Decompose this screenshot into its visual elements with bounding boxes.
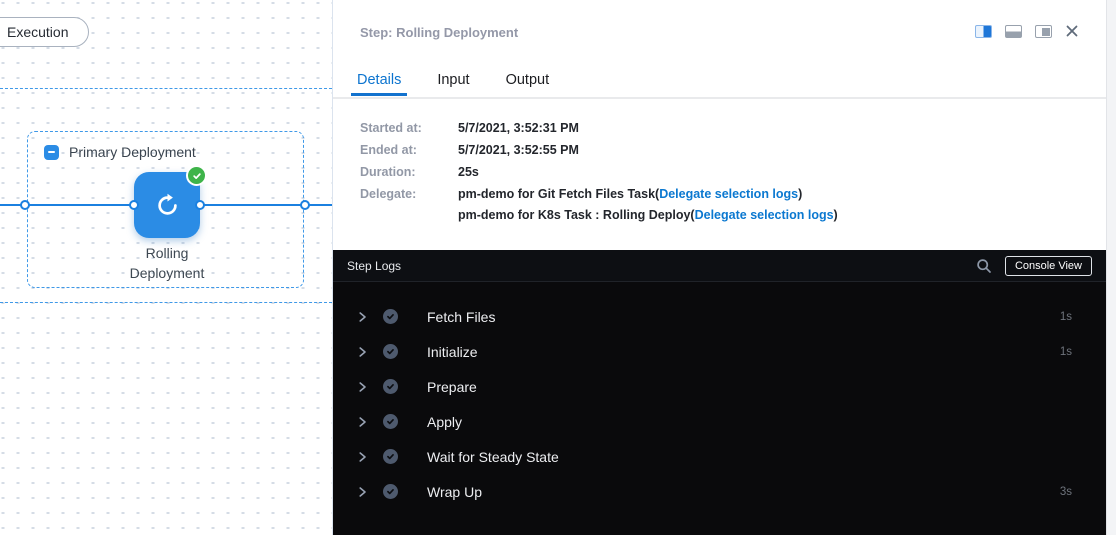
scrollbar-gutter[interactable] [1106,0,1116,535]
detail-value: 25s [458,165,479,179]
delegate-line: pm-demo for K8s Task : Rolling Deploy(De… [458,208,838,222]
detail-label: Ended at: [360,143,458,157]
details-section: Started at: 5/7/2021, 3:52:31 PM Ended a… [333,100,1107,237]
stage-title: Primary Deployment [69,144,196,160]
tab-output[interactable]: Output [500,63,556,96]
log-step-label: Initialize [427,344,1060,360]
status-check-icon [383,449,398,464]
minus-icon [48,151,55,153]
tab-bar: Details Input Output [351,63,579,96]
detail-value: 5/7/2021, 3:52:55 PM [458,143,579,157]
log-step-label: Apply [427,414,1072,430]
log-row-fetch-files[interactable]: Fetch Files 1s [333,299,1107,334]
log-step-label: Prepare [427,379,1072,395]
tab-input[interactable]: Input [431,63,475,96]
detail-label: Delegate: [360,187,458,229]
stage-boundary-line-bottom [0,302,332,303]
detail-row-ended: Ended at: 5/7/2021, 3:52:55 PM [360,143,1087,157]
chevron-right-icon[interactable] [356,381,368,393]
delegate-line: pm-demo for Git Fetch Files Task(Delegat… [458,187,838,201]
log-step-list: Fetch Files 1s Initialize 1s Prepare [333,282,1107,509]
delegate-selection-logs-link[interactable]: Delegate selection logs [695,208,834,222]
detail-row-started: Started at: 5/7/2021, 3:52:31 PM [360,121,1087,135]
connector-port [300,200,310,210]
chevron-right-icon[interactable] [356,486,368,498]
detail-row-duration: Duration: 25s [360,165,1087,179]
console-view-button[interactable]: Console View [1005,256,1092,276]
step-logs-title: Step Logs [347,259,401,273]
log-step-label: Wait for Steady State [427,449,1072,465]
status-check-icon [383,484,398,499]
status-check-icon [383,309,398,324]
log-row-prepare[interactable]: Prepare [333,369,1107,404]
status-check-icon [383,344,398,359]
log-row-apply[interactable]: Apply [333,404,1107,439]
log-row-initialize[interactable]: Initialize 1s [333,334,1107,369]
status-check-icon [383,414,398,429]
chevron-right-icon[interactable] [356,451,368,463]
connector-port [195,200,205,210]
connector-port [129,200,139,210]
close-icon[interactable] [1065,24,1079,38]
detail-value: 5/7/2021, 3:52:31 PM [458,121,579,135]
detail-label: Duration: [360,165,458,179]
delegate-selection-logs-link[interactable]: Delegate selection logs [659,187,798,201]
log-row-wrap-up[interactable]: Wrap Up 3s [333,474,1107,509]
step-logs-panel: Step Logs Console View Fetch Files 1s [333,250,1107,535]
log-row-wait-for-steady-state[interactable]: Wait for Steady State [333,439,1107,474]
step-node-label: Rolling Deployment [102,243,232,283]
success-badge [186,165,207,186]
log-step-duration: 3s [1060,486,1072,498]
search-icon[interactable] [976,258,992,274]
connector-port [20,200,30,210]
execution-breadcrumb-pill[interactable]: Execution [0,17,89,47]
panel-title: Step: Rolling Deployment [360,25,518,40]
status-check-icon [383,379,398,394]
detail-row-delegate: Delegate: pm-demo for Git Fetch Files Ta… [360,187,1087,229]
chevron-right-icon[interactable] [356,311,368,323]
detail-label: Started at: [360,121,458,135]
log-step-label: Fetch Files [427,309,1060,325]
collapse-stage-button[interactable] [44,145,59,160]
chevron-right-icon[interactable] [356,416,368,428]
log-step-label: Wrap Up [427,484,1060,500]
chevron-right-icon[interactable] [356,346,368,358]
step-logs-header: Step Logs Console View [333,250,1107,282]
refresh-icon [154,192,181,219]
execution-graph-canvas[interactable]: Execution Primary Deployment Rolling Dep… [0,0,332,535]
check-icon [192,171,202,181]
step-details-panel: Step: Rolling Deployment Details Input O… [332,0,1106,535]
log-step-duration: 1s [1060,311,1072,323]
tabs-divider [333,97,1107,99]
layout-split-bottom-icon[interactable] [1005,25,1022,38]
tab-details[interactable]: Details [351,63,407,96]
stage-boundary-line-top [0,88,332,89]
layout-inset-panel-icon[interactable] [1035,25,1052,38]
layout-split-right-icon[interactable] [975,25,992,38]
log-step-duration: 1s [1060,346,1072,358]
